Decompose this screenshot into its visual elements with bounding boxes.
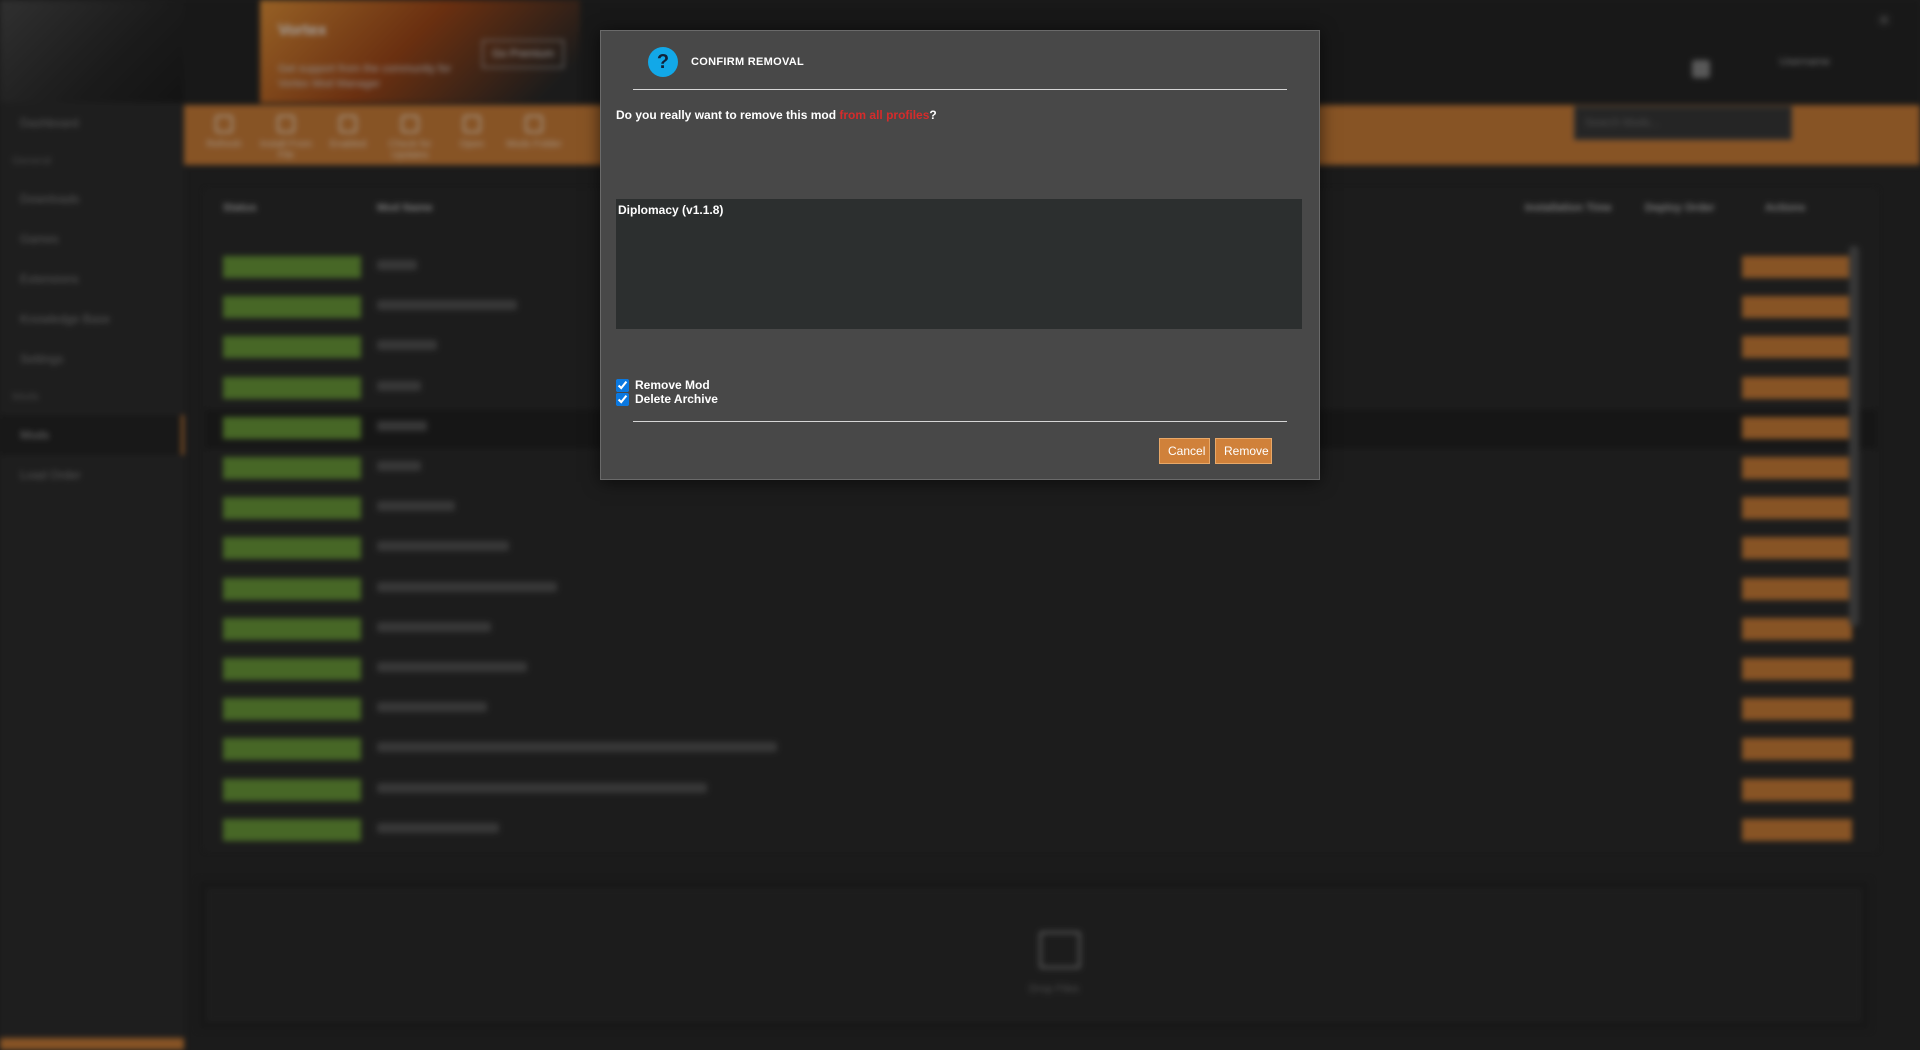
dialog-divider (633, 421, 1287, 422)
cancel-button[interactable]: Cancel (1159, 438, 1210, 464)
confirm-removal-dialog: ? Confirm Removal Do you really want to … (600, 30, 1320, 480)
mods-to-remove-list: Diplomacy (v1.1.8) (616, 199, 1302, 329)
question-text: Do you really want to remove this mod (616, 108, 840, 122)
delete-archive-label: Delete Archive (635, 392, 718, 406)
list-item: Diplomacy (v1.1.8) (618, 203, 724, 217)
remove-mod-option[interactable]: Remove Mod (616, 378, 710, 392)
question-highlight: from all profiles (839, 108, 930, 122)
remove-button[interactable]: Remove (1215, 438, 1272, 464)
question-icon: ? (648, 47, 678, 77)
dialog-title: Confirm Removal (691, 56, 805, 68)
delete-archive-option[interactable]: Delete Archive (616, 392, 718, 406)
dialog-header: ? Confirm Removal (633, 47, 1287, 90)
remove-mod-checkbox[interactable] (616, 378, 629, 392)
remove-mod-label: Remove Mod (635, 378, 710, 392)
question-suffix: ? (929, 108, 937, 122)
dialog-question: Do you really want to remove this mod fr… (616, 108, 937, 122)
delete-archive-checkbox[interactable] (616, 392, 629, 406)
